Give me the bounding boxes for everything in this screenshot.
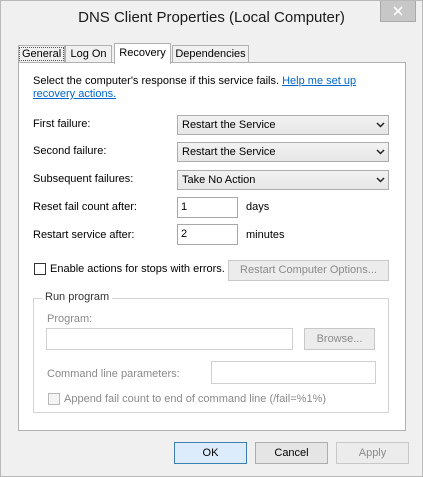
enable-actions-checkbox[interactable] bbox=[34, 263, 46, 275]
cancel-button[interactable]: Cancel bbox=[255, 442, 328, 464]
command-line-label: Command line parameters: bbox=[47, 368, 180, 380]
second-failure-select[interactable]: Restart the Service bbox=[177, 142, 389, 162]
minutes-unit-label: minutes bbox=[246, 229, 285, 241]
window-title: DNS Client Properties (Local Computer) bbox=[78, 9, 345, 26]
command-line-input[interactable] bbox=[211, 361, 376, 384]
apply-button[interactable]: Apply bbox=[336, 442, 409, 464]
program-label: Program: bbox=[47, 313, 93, 325]
restart-service-label: Restart service after: bbox=[33, 229, 135, 241]
append-fail-count-checkbox[interactable] bbox=[48, 393, 60, 405]
tab-dependencies[interactable]: Dependencies bbox=[172, 45, 249, 63]
append-fail-count-label: Append fail count to end of command line… bbox=[64, 393, 327, 405]
run-program-group-title: Run program bbox=[42, 291, 113, 303]
first-failure-label: First failure: bbox=[33, 118, 91, 130]
restart-computer-options-button[interactable]: Restart Computer Options... bbox=[228, 260, 389, 281]
chevron-down-icon bbox=[376, 149, 385, 155]
subsequent-failures-label: Subsequent failures: bbox=[33, 173, 134, 185]
title-bar: DNS Client Properties (Local Computer) bbox=[1, 1, 422, 37]
properties-dialog: DNS Client Properties (Local Computer) G… bbox=[0, 0, 423, 477]
reset-fail-count-input[interactable]: 1 bbox=[177, 197, 238, 218]
close-icon bbox=[393, 6, 403, 16]
recovery-panel: Select the computer's response if this s… bbox=[18, 62, 406, 431]
days-unit-label: days bbox=[246, 201, 270, 213]
intro-text: Select the computer's response if this s… bbox=[33, 75, 357, 100]
tab-general[interactable]: General bbox=[18, 45, 65, 63]
restart-service-input[interactable]: 2 bbox=[177, 224, 238, 245]
program-input[interactable] bbox=[46, 328, 293, 350]
ok-button[interactable]: OK bbox=[174, 442, 247, 464]
first-failure-select[interactable]: Restart the Service bbox=[177, 115, 389, 135]
enable-actions-label: Enable actions for stops with errors. bbox=[50, 263, 225, 275]
tab-log-on[interactable]: Log On bbox=[65, 45, 112, 63]
reset-fail-count-label: Reset fail count after: bbox=[33, 201, 137, 213]
browse-button[interactable]: Browse... bbox=[304, 328, 375, 350]
close-button[interactable] bbox=[380, 1, 416, 22]
chevron-down-icon bbox=[376, 177, 385, 183]
chevron-down-icon bbox=[376, 122, 385, 128]
second-failure-label: Second failure: bbox=[33, 145, 107, 157]
tab-recovery[interactable]: Recovery bbox=[114, 43, 171, 64]
subsequent-failures-select[interactable]: Take No Action bbox=[177, 170, 389, 190]
